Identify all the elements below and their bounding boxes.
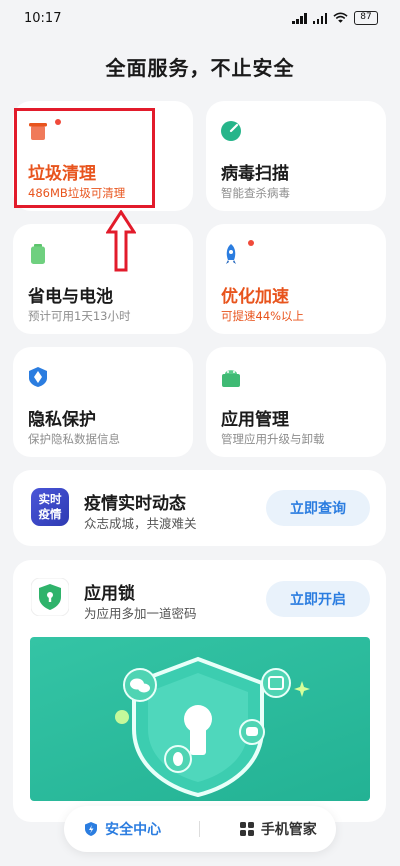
battery-icon	[31, 244, 45, 264]
shield-keyhole-illustration	[115, 656, 310, 798]
privacy-shield-icon	[29, 367, 47, 387]
app-lock-subtitle: 为应用多加一道密码	[84, 606, 197, 621]
enable-now-button[interactable]: 立即开启	[266, 581, 370, 617]
query-now-button[interactable]: 立即查询	[266, 490, 370, 526]
bottom-navigation: 安全中心 手机管家	[64, 806, 336, 852]
virus-scan-tile[interactable]: 病毒扫描 智能查杀病毒	[206, 101, 386, 211]
status-icons: 87	[292, 11, 378, 25]
tile-title: 优化加速	[221, 287, 289, 307]
tile-title: 应用管理	[221, 410, 289, 430]
badge-line: 实时	[38, 492, 62, 506]
status-time: 10:17	[24, 10, 62, 26]
nav-label: 安全中心	[105, 822, 162, 838]
annotation-up-arrow-icon	[106, 210, 136, 272]
signal-icon-2	[312, 12, 327, 24]
virus-scan-icon	[221, 121, 241, 141]
epidemic-title: 疫情实时动态	[84, 494, 186, 514]
battery-indicator: 87	[354, 11, 378, 25]
notification-dot	[248, 240, 254, 246]
tile-subtitle: 保护隐私数据信息	[28, 432, 120, 446]
wifi-icon	[333, 12, 348, 23]
annotation-highlight-box	[14, 108, 155, 208]
nav-security-center[interactable]: 安全中心	[83, 819, 161, 839]
tile-title: 病毒扫描	[221, 164, 289, 184]
tile-subtitle: 可提速44%以上	[221, 309, 305, 323]
nav-phone-manager[interactable]: 手机管家	[239, 819, 317, 839]
tile-subtitle: 智能查杀病毒	[221, 186, 290, 200]
epidemic-subtitle: 众志成城，共渡难关	[84, 516, 197, 531]
tile-title: 省电与电池	[28, 287, 113, 307]
grid-apps-icon	[239, 822, 254, 836]
app-lock-illustration	[30, 637, 370, 801]
app-lock-icon	[31, 578, 69, 616]
optimize-boost-tile[interactable]: 优化加速 可提速44%以上	[206, 224, 386, 334]
rocket-icon	[226, 244, 236, 264]
app-lock-title: 应用锁	[84, 584, 135, 604]
tile-subtitle: 预计可用1天13小时	[28, 309, 131, 323]
tile-subtitle: 管理应用升级与卸载	[221, 432, 325, 446]
nav-divider	[199, 821, 201, 837]
nav-label: 手机管家	[260, 822, 317, 838]
badge-line: 疫情	[38, 507, 62, 521]
epidemic-badge-icon: 实时 疫情	[31, 488, 69, 526]
status-bar: 10:17 87	[0, 0, 400, 36]
epidemic-card[interactable]: 实时 疫情 疫情实时动态 众志成城，共渡难关 立即查询	[13, 470, 386, 546]
shield-icon	[85, 822, 98, 836]
page-title: 全面服务，不止安全	[105, 56, 295, 80]
tile-title: 隐私保护	[28, 410, 96, 430]
app-manager-icon	[222, 370, 240, 387]
battery-tile[interactable]: 省电与电池 预计可用1天13小时	[13, 224, 193, 334]
app-management-tile[interactable]: 应用管理 管理应用升级与卸载	[206, 347, 386, 457]
signal-icon	[292, 12, 307, 24]
privacy-protection-tile[interactable]: 隐私保护 保护隐私数据信息	[13, 347, 193, 457]
